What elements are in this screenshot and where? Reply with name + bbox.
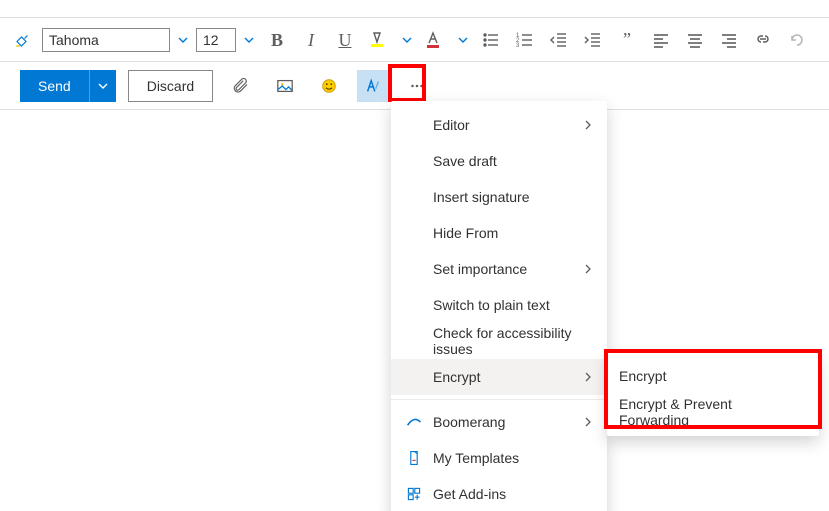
menu-item-label: Insert signature [433, 189, 530, 205]
menu-item-get-addins[interactable]: Get Add-ins [391, 476, 607, 511]
menu-separator [391, 399, 607, 400]
svg-text:3: 3 [516, 43, 520, 49]
menu-item-label: Check for accessibility issues [433, 325, 593, 357]
font-color-dropdown-icon[interactable] [454, 25, 472, 55]
menu-item-boomerang[interactable]: Boomerang [391, 404, 607, 440]
chevron-right-icon [583, 417, 593, 427]
menu-item-editor[interactable]: Editor [391, 107, 607, 143]
font-name-dropdown-icon[interactable] [174, 25, 192, 55]
insert-link-button[interactable] [748, 25, 778, 55]
formatting-toolbar: B I U 1 2 3 [0, 18, 829, 62]
emoji-icon[interactable] [313, 70, 345, 102]
font-size-dropdown-icon[interactable] [240, 25, 258, 55]
menu-item-set-importance[interactable]: Set importance [391, 251, 607, 287]
quote-button[interactable]: ” [612, 25, 642, 55]
highlight-color-button[interactable] [364, 25, 394, 55]
bold-button[interactable]: B [262, 25, 292, 55]
font-color-button[interactable] [420, 25, 450, 55]
undo-button[interactable] [782, 25, 812, 55]
send-dropdown-button[interactable] [90, 70, 116, 102]
menu-item-label: Boomerang [433, 414, 505, 430]
formatting-toggle-icon[interactable] [357, 70, 389, 102]
send-button[interactable]: Send [20, 70, 90, 102]
highlight-color-dropdown-icon[interactable] [398, 25, 416, 55]
numbered-list-button[interactable]: 1 2 3 [510, 25, 540, 55]
more-options-button[interactable] [401, 70, 433, 102]
chevron-right-icon [583, 120, 593, 130]
chevron-right-icon [583, 372, 593, 382]
menu-item-label: Save draft [433, 153, 497, 169]
menu-item-accessibility-check[interactable]: Check for accessibility issues [391, 323, 607, 359]
bullet-list-button[interactable] [476, 25, 506, 55]
send-split-button: Send [20, 70, 116, 102]
submenu-item-encrypt-prevent-forwarding[interactable]: Encrypt & Prevent Forwarding [607, 394, 819, 430]
chevron-right-icon [583, 264, 593, 274]
align-left-button[interactable] [646, 25, 676, 55]
addins-icon [405, 486, 423, 502]
submenu-item-label: Encrypt & Prevent Forwarding [619, 396, 805, 428]
align-center-button[interactable] [680, 25, 710, 55]
templates-icon [405, 450, 423, 466]
menu-item-label: Encrypt [433, 369, 480, 385]
menu-item-save-draft[interactable]: Save draft [391, 143, 607, 179]
menu-item-label: My Templates [433, 450, 519, 466]
encrypt-submenu: Encrypt Encrypt & Prevent Forwarding [607, 352, 819, 436]
menu-item-label: Get Add-ins [433, 486, 506, 502]
submenu-item-encrypt[interactable]: Encrypt [607, 358, 819, 394]
underline-button[interactable]: U [330, 25, 360, 55]
menu-item-encrypt[interactable]: Encrypt [391, 359, 607, 395]
decrease-indent-button[interactable] [544, 25, 574, 55]
font-size-input[interactable] [196, 28, 236, 52]
font-name-input[interactable] [42, 28, 170, 52]
attach-icon[interactable] [225, 70, 257, 102]
submenu-item-label: Encrypt [619, 368, 666, 384]
menu-item-label: Set importance [433, 261, 527, 277]
menu-item-label: Hide From [433, 225, 498, 241]
menu-item-my-templates[interactable]: My Templates [391, 440, 607, 476]
insert-picture-icon[interactable] [269, 70, 301, 102]
more-options-menu: Editor Save draft Insert signature Hide … [391, 101, 607, 511]
menu-item-label: Switch to plain text [433, 297, 550, 313]
boomerang-icon [405, 414, 423, 430]
menu-item-hide-from[interactable]: Hide From [391, 215, 607, 251]
discard-button[interactable]: Discard [128, 70, 213, 102]
italic-button[interactable]: I [296, 25, 326, 55]
menu-item-switch-plain-text[interactable]: Switch to plain text [391, 287, 607, 323]
menu-item-insert-signature[interactable]: Insert signature [391, 179, 607, 215]
format-painter-icon[interactable] [8, 25, 38, 55]
menu-item-label: Editor [433, 117, 470, 133]
increase-indent-button[interactable] [578, 25, 608, 55]
align-right-button[interactable] [714, 25, 744, 55]
